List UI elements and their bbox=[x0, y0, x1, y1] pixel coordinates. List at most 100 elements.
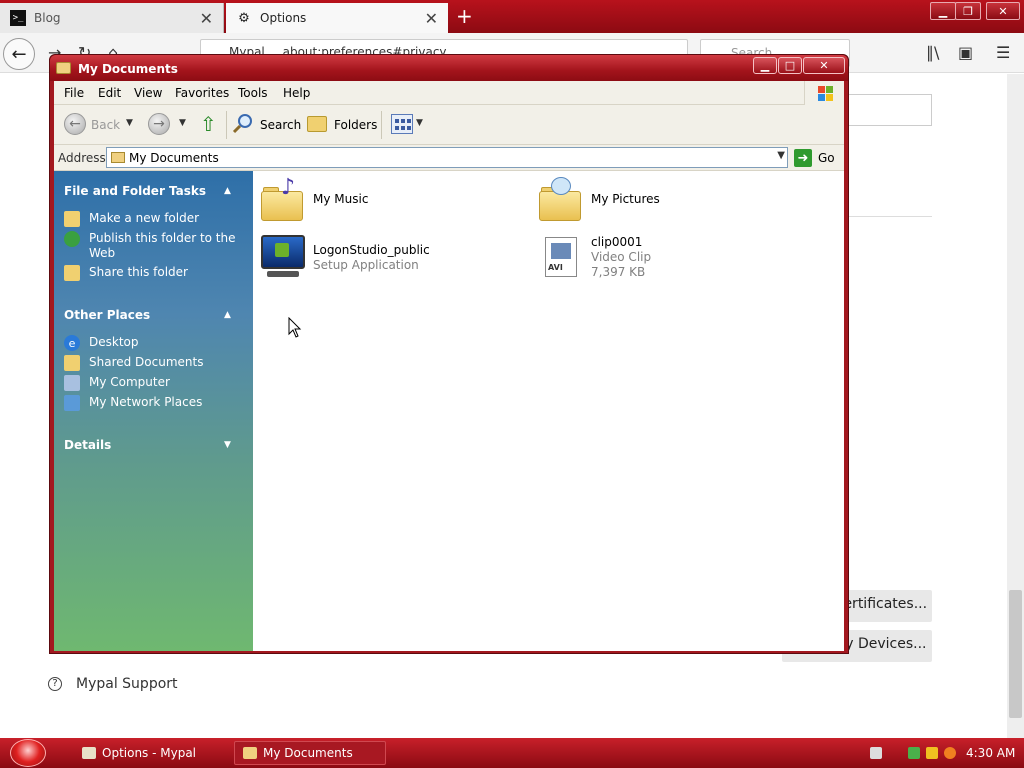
forward-dropdown-icon[interactable]: ▼ bbox=[179, 118, 186, 128]
browser-minimize-button[interactable]: ▁ bbox=[930, 2, 956, 20]
place-label: My Network Places bbox=[89, 395, 203, 409]
keyboard-icon[interactable] bbox=[870, 747, 882, 759]
collapse-chevron-icon[interactable]: ▲ bbox=[224, 186, 231, 196]
folders-button-label[interactable]: Folders bbox=[334, 118, 377, 132]
browser-tab-bar: >_ Blog ✕ ⚙ Options ✕ + ▁ ❐ ✕ bbox=[0, 0, 1024, 33]
task-label: Publish this folder to the Web bbox=[89, 231, 236, 260]
taskbar-item-my-documents[interactable]: My Documents bbox=[234, 741, 386, 765]
file-item[interactable]: AVI clip0001 Video Clip 7,397 KB bbox=[537, 233, 651, 281]
menu-favorites[interactable]: Favorites bbox=[175, 86, 229, 100]
sidebar-icon[interactable]: ▣ bbox=[958, 43, 973, 62]
support-link[interactable]: ? Mypal Support bbox=[48, 676, 178, 692]
task-share-folder[interactable]: Share this folder bbox=[64, 265, 244, 281]
go-arrow-icon[interactable]: ➜ bbox=[794, 149, 812, 167]
menu-view[interactable]: View bbox=[134, 86, 162, 100]
maximize-button[interactable]: □ bbox=[778, 57, 802, 74]
file-type: Video Clip bbox=[591, 250, 652, 264]
place-label: Shared Documents bbox=[89, 355, 204, 369]
views-icon[interactable] bbox=[391, 114, 413, 134]
menu-tools[interactable]: Tools bbox=[238, 86, 268, 100]
file-name: LogonStudio_public bbox=[313, 243, 430, 257]
task-publish-to-web[interactable]: Publish this folder to the Web bbox=[64, 231, 244, 261]
search-icon[interactable] bbox=[232, 112, 254, 134]
window-title: My Documents bbox=[78, 62, 178, 76]
views-dropdown-icon[interactable]: ▼ bbox=[416, 118, 423, 128]
address-value: My Documents bbox=[129, 151, 219, 165]
close-tab-icon[interactable]: ✕ bbox=[425, 9, 438, 28]
browser-close-button[interactable]: ✕ bbox=[986, 2, 1020, 20]
file-size: 7,397 KB bbox=[591, 265, 646, 279]
back-dropdown-icon[interactable]: ▼ bbox=[126, 118, 133, 128]
place-my-network-places[interactable]: My Network Places bbox=[64, 395, 244, 411]
close-button[interactable]: ✕ bbox=[803, 57, 845, 74]
shared-documents-icon bbox=[64, 355, 80, 371]
browser-back-button[interactable]: ← bbox=[3, 38, 35, 70]
other-places-header[interactable]: Other Places bbox=[64, 308, 150, 322]
tab-options[interactable]: ⚙ Options ✕ bbox=[226, 3, 448, 33]
search-tray-icon[interactable] bbox=[944, 747, 956, 759]
tab-blog[interactable]: >_ Blog ✕ bbox=[0, 3, 224, 33]
start-button[interactable] bbox=[10, 739, 46, 767]
shield-icon[interactable] bbox=[926, 747, 938, 759]
windows-logo-icon bbox=[804, 81, 844, 105]
place-desktop[interactable]: e Desktop bbox=[64, 335, 244, 351]
music-folder-icon: ♪ bbox=[259, 175, 307, 225]
place-my-computer[interactable]: My Computer bbox=[64, 375, 244, 391]
place-shared-documents[interactable]: Shared Documents bbox=[64, 355, 244, 371]
place-label: Desktop bbox=[89, 335, 139, 349]
address-bar: Address My Documents ▼ ➜ Go bbox=[54, 145, 844, 171]
folder-icon bbox=[56, 62, 71, 74]
address-dropdown-icon[interactable]: ▼ bbox=[777, 150, 785, 161]
taskbar-item-options[interactable]: Options - Mypal bbox=[74, 741, 224, 765]
collapse-chevron-icon[interactable]: ▲ bbox=[224, 310, 231, 320]
task-make-new-folder[interactable]: Make a new folder bbox=[64, 211, 244, 227]
place-label: My Computer bbox=[89, 375, 170, 389]
close-tab-icon[interactable]: ✕ bbox=[200, 9, 213, 28]
clock[interactable]: 4:30 AM bbox=[966, 746, 1015, 760]
network-icon bbox=[64, 395, 80, 411]
up-folder-icon[interactable]: ⇧ bbox=[200, 112, 217, 136]
folder-icon bbox=[243, 747, 257, 759]
new-tab-icon[interactable]: + bbox=[456, 4, 473, 28]
expand-chevron-icon[interactable]: ▼ bbox=[224, 440, 231, 450]
library-icon[interactable]: ∥\ bbox=[926, 43, 939, 62]
task-label: Make a new folder bbox=[89, 211, 200, 225]
back-button-label[interactable]: Back bbox=[91, 118, 120, 132]
preferences-field[interactable] bbox=[846, 94, 932, 126]
address-input[interactable]: My Documents ▼ bbox=[106, 147, 788, 168]
taskbar-item-label: Options - Mypal bbox=[102, 746, 197, 760]
explorer-title-bar[interactable]: My Documents ▁ □ ✕ bbox=[50, 55, 848, 81]
file-item[interactable]: LogonStudio_public Setup Application bbox=[259, 233, 430, 281]
network-tray-icon[interactable] bbox=[908, 747, 920, 759]
file-list: ♪ My Music My Pictures LogonStudio_publi… bbox=[253, 171, 844, 651]
file-item[interactable]: My Pictures bbox=[537, 177, 660, 225]
mouse-cursor-icon bbox=[288, 317, 302, 338]
desktop-icon: e bbox=[64, 335, 80, 351]
menu-file[interactable]: File bbox=[64, 86, 84, 100]
browser-restore-button[interactable]: ❐ bbox=[955, 2, 981, 20]
address-label: Address bbox=[58, 151, 106, 165]
tab-options-label: Options bbox=[260, 11, 307, 25]
task-label: Share this folder bbox=[89, 265, 188, 279]
menu-icon[interactable]: ☰ bbox=[996, 43, 1010, 62]
tab-blog-label: Blog bbox=[34, 11, 61, 25]
back-arrow-icon[interactable]: ← bbox=[64, 113, 86, 135]
gear-icon: ⚙ bbox=[238, 10, 250, 26]
minimize-button[interactable]: ▁ bbox=[753, 57, 777, 74]
details-header[interactable]: Details bbox=[64, 438, 111, 452]
folders-icon[interactable] bbox=[307, 116, 327, 132]
file-folder-tasks-header[interactable]: File and Folder Tasks bbox=[64, 184, 206, 198]
file-item[interactable]: ♪ My Music bbox=[259, 175, 368, 225]
file-type: Setup Application bbox=[313, 258, 419, 272]
new-folder-icon bbox=[64, 211, 80, 227]
page-scrollbar[interactable] bbox=[1007, 74, 1024, 738]
forward-arrow-icon[interactable]: → bbox=[148, 113, 170, 135]
page-scroll-thumb[interactable] bbox=[1009, 590, 1022, 718]
go-button-label[interactable]: Go bbox=[818, 151, 835, 165]
setup-application-icon bbox=[259, 233, 307, 281]
computer-icon bbox=[64, 375, 80, 391]
toolbar-separator bbox=[226, 111, 227, 139]
menu-edit[interactable]: Edit bbox=[98, 86, 121, 100]
menu-help[interactable]: Help bbox=[283, 86, 310, 100]
search-button-label[interactable]: Search bbox=[260, 118, 301, 132]
